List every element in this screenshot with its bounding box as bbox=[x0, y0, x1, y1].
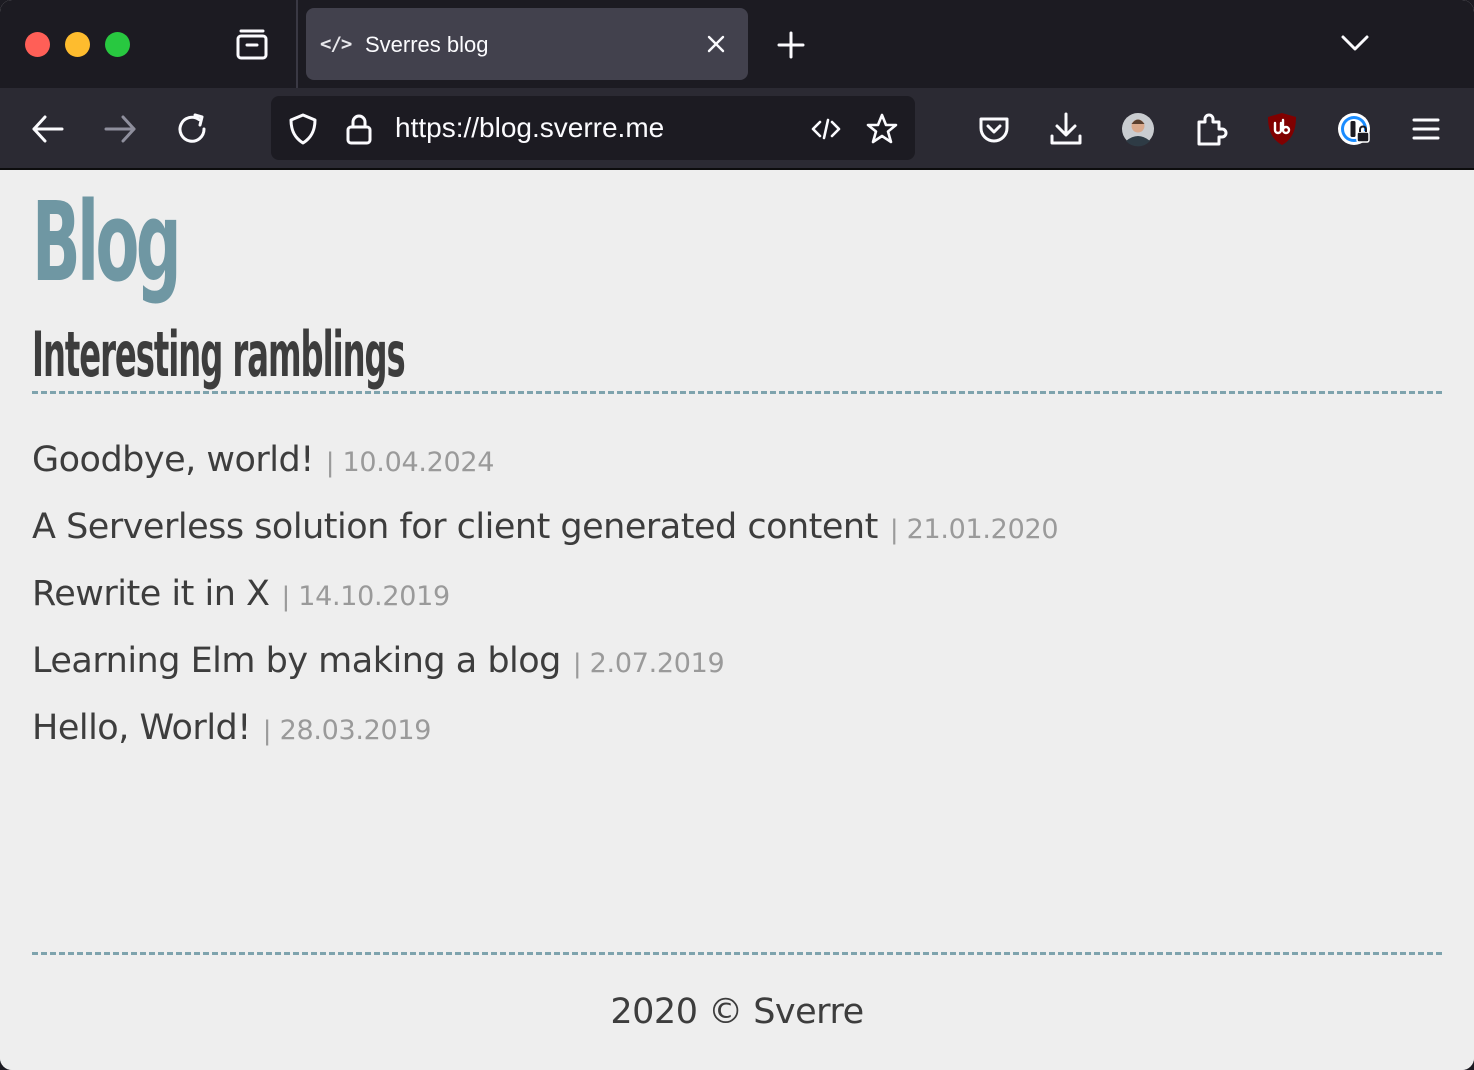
post-link[interactable]: Goodbye, world! bbox=[32, 440, 314, 480]
post-list: Goodbye, world! | 10.04.2024 A Serverless … bbox=[32, 440, 1432, 775]
minimize-window-button[interactable] bbox=[65, 32, 90, 57]
1password-icon[interactable] bbox=[1335, 110, 1373, 148]
post-date: 28.03.2019 bbox=[279, 715, 432, 746]
post-date: 10.04.2024 bbox=[342, 447, 495, 478]
post-link[interactable]: Learning Elm by making a blog bbox=[32, 641, 561, 681]
navigation-toolbar: https://blog.sverre.me bbox=[0, 88, 1474, 170]
blog-title[interactable]: Blog bbox=[32, 182, 182, 302]
tab-title: Sverres blog bbox=[365, 32, 489, 57]
post-separator: | bbox=[281, 582, 291, 612]
avatar-icon[interactable] bbox=[1119, 110, 1157, 148]
footer-divider bbox=[32, 952, 1442, 955]
close-icon[interactable] bbox=[702, 30, 730, 58]
chevron-down-icon[interactable] bbox=[1338, 28, 1372, 58]
post-link[interactable]: Hello, World! bbox=[32, 708, 251, 748]
post-separator: | bbox=[572, 649, 582, 679]
browser-window: </> Sverres blog https://blog.sverre.me … bbox=[0, 0, 1474, 1070]
post-link[interactable]: A Serverless solution for client generat… bbox=[32, 507, 878, 547]
star-icon[interactable] bbox=[865, 112, 899, 146]
footer-text: 2020 © Sverre bbox=[610, 992, 864, 1032]
hamburger-menu-icon[interactable] bbox=[1407, 110, 1445, 148]
post-separator: | bbox=[262, 716, 272, 746]
post-date: 2.07.2019 bbox=[589, 648, 725, 679]
tab-strip: </> Sverres blog bbox=[0, 0, 1474, 88]
firefox-view-icon[interactable] bbox=[232, 26, 272, 64]
header-divider bbox=[32, 391, 1442, 394]
zoom-window-button[interactable] bbox=[105, 32, 130, 57]
post-date: 14.10.2019 bbox=[298, 581, 450, 612]
page-content: Blog Interesting ramblings Goodbye, worl… bbox=[0, 170, 1474, 1070]
shield-icon[interactable] bbox=[286, 112, 320, 146]
post-list-item: Hello, World! | 28.03.2019 bbox=[32, 708, 1432, 775]
blog-subtitle: Interesting ramblings bbox=[32, 318, 406, 391]
tab-active[interactable]: </> Sverres blog bbox=[306, 8, 748, 80]
arrow-left-icon[interactable] bbox=[29, 110, 67, 148]
post-link[interactable]: Rewrite it in X bbox=[32, 574, 270, 614]
post-separator: | bbox=[889, 515, 899, 545]
plus-icon[interactable] bbox=[774, 28, 808, 62]
url-bar[interactable]: https://blog.sverre.me bbox=[271, 96, 915, 160]
pocket-icon[interactable] bbox=[975, 110, 1013, 148]
download-icon[interactable] bbox=[1047, 110, 1085, 148]
post-list-item: A Serverless solution for client generat… bbox=[32, 507, 1432, 574]
lock-icon[interactable] bbox=[342, 112, 376, 146]
code-icon[interactable] bbox=[809, 112, 843, 146]
post-list-item: Learning Elm by making a blog | 2.07.2019 bbox=[32, 641, 1432, 708]
reload-icon[interactable] bbox=[173, 110, 211, 148]
ublock-origin-icon[interactable] bbox=[1263, 110, 1301, 148]
tab-separator bbox=[296, 0, 298, 88]
puzzle-icon[interactable] bbox=[1191, 110, 1229, 148]
post-date: 21.01.2020 bbox=[906, 514, 1059, 545]
post-list-item: Rewrite it in X | 14.10.2019 bbox=[32, 574, 1432, 641]
url-text[interactable]: https://blog.sverre.me bbox=[395, 113, 664, 143]
code-favicon-icon: </> bbox=[320, 33, 352, 55]
post-list-item: Goodbye, world! | 10.04.2024 bbox=[32, 440, 1432, 507]
post-separator: | bbox=[325, 448, 335, 478]
close-window-button[interactable] bbox=[25, 32, 50, 57]
arrow-right-icon[interactable] bbox=[101, 110, 139, 148]
